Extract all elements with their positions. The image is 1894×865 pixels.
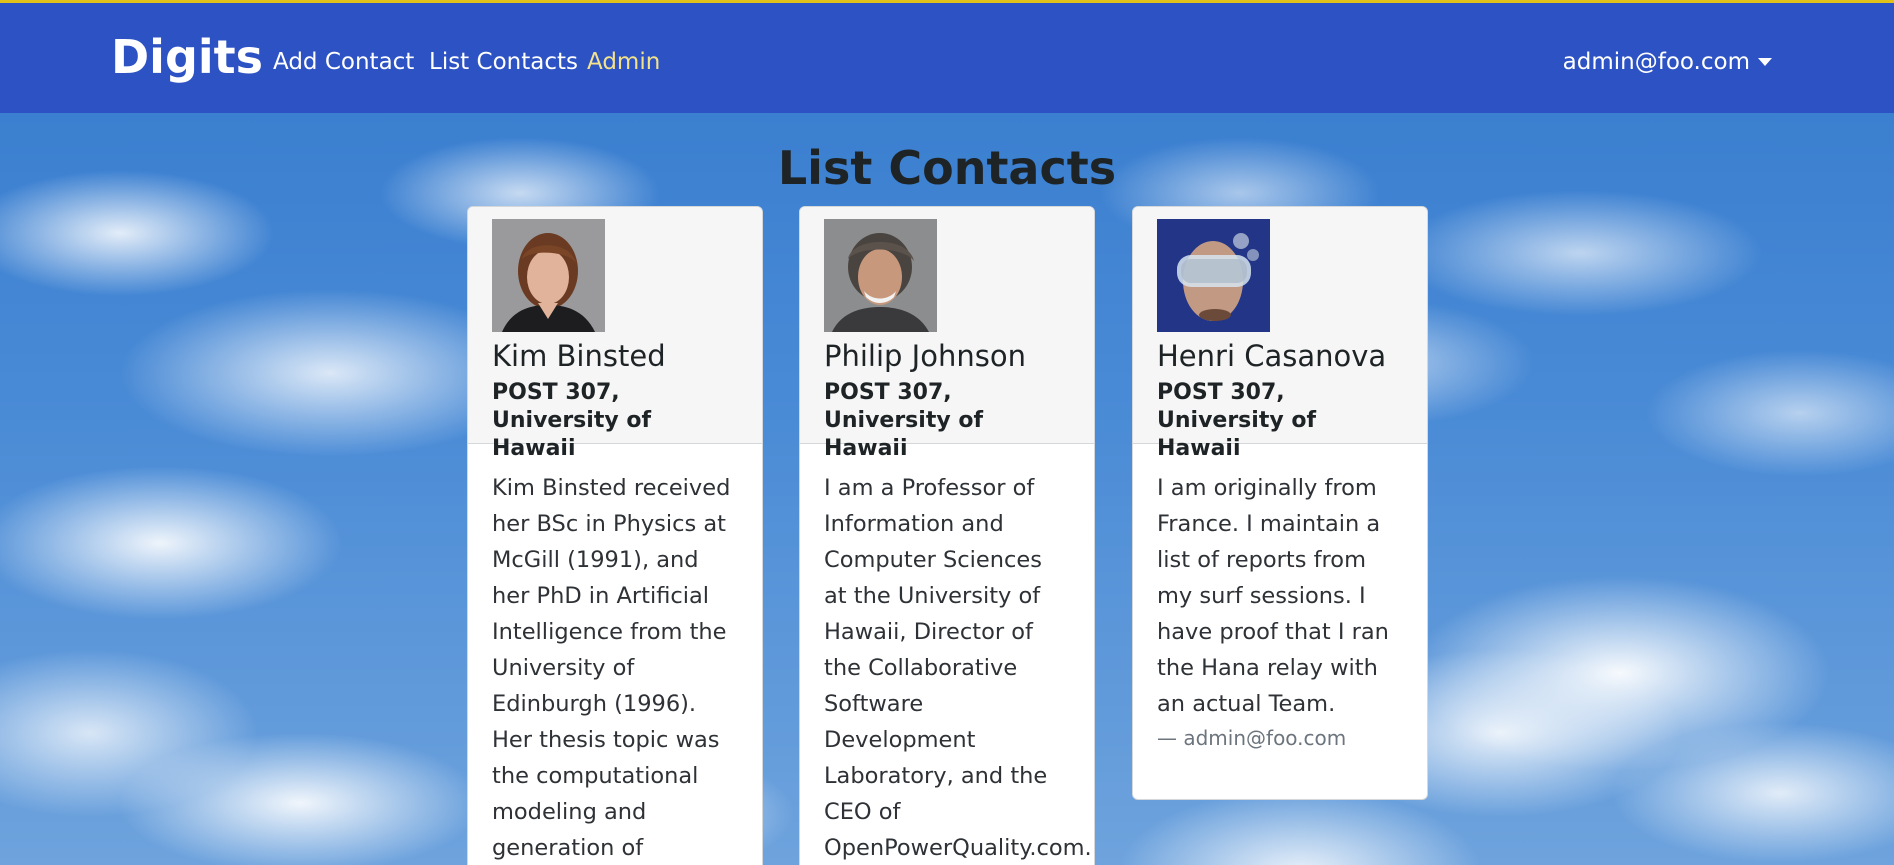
avatar xyxy=(1157,219,1270,332)
user-dropdown[interactable]: admin@foo.com xyxy=(1563,47,1772,77)
contact-name: Kim Binsted xyxy=(492,339,666,373)
user-email: admin@foo.com xyxy=(1562,49,1750,75)
note-author: — admin@foo.com xyxy=(1157,726,1347,750)
contact-description: I am a Professor of Information and Comp… xyxy=(824,475,1092,861)
contact-card: Kim Binsted POST 307, University of Hawa… xyxy=(467,206,763,865)
avatar xyxy=(492,219,605,332)
nav-add-contact[interactable]: Add Contact xyxy=(273,47,414,77)
card-header: Kim Binsted POST 307, University of Hawa… xyxy=(468,207,762,461)
contact-card: Henri Casanova POST 307, University of H… xyxy=(1132,206,1428,800)
page-title: List Contacts xyxy=(777,141,1117,195)
contact-description: I am originally from France. I maintain … xyxy=(1157,475,1389,717)
contact-name: Henri Casanova xyxy=(1157,339,1387,373)
contact-name: Philip Johnson xyxy=(824,339,1026,373)
brand-logo[interactable]: Digits xyxy=(111,29,263,85)
card-body: I am originally from France. I maintain … xyxy=(1133,444,1427,752)
card-body: I am a Professor of Information and Comp… xyxy=(800,444,1094,865)
card-body: Kim Binsted received her BSc in Physics … xyxy=(468,444,762,865)
chevron-down-icon xyxy=(1758,58,1772,66)
navbar: Digits Add Contact List Contacts Admin a… xyxy=(0,3,1894,113)
contact-description: Kim Binsted received her BSc in Physics … xyxy=(492,475,731,861)
avatar xyxy=(824,219,937,332)
contact-card: Philip Johnson POST 307, University of H… xyxy=(799,206,1095,865)
card-header: Henri Casanova POST 307, University of H… xyxy=(1133,207,1427,461)
nav-admin[interactable]: Admin xyxy=(587,47,660,77)
card-header: Philip Johnson POST 307, University of H… xyxy=(800,207,1094,461)
nav-list-contacts[interactable]: List Contacts xyxy=(429,47,578,77)
